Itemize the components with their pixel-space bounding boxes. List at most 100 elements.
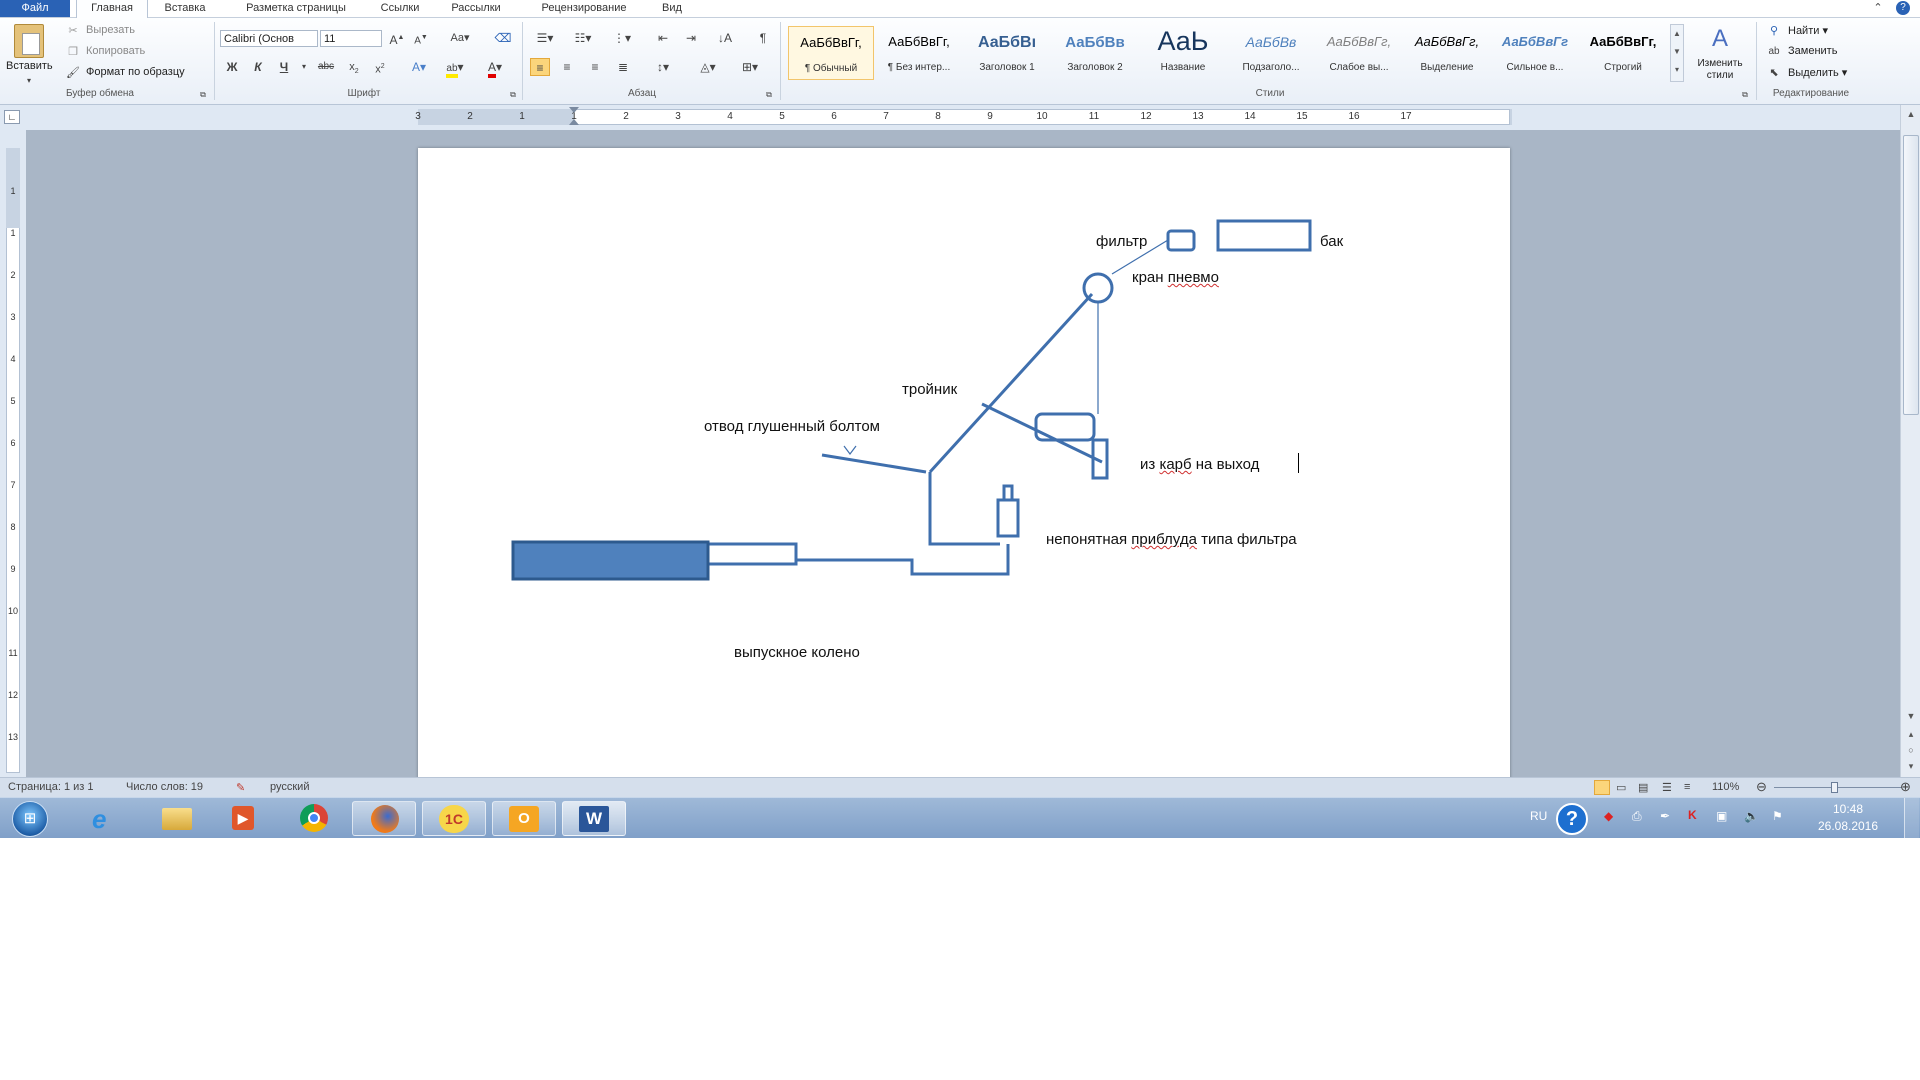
bold-icon[interactable]: Ж xyxy=(224,58,240,76)
more-styles-icon[interactable]: ▾ xyxy=(1671,61,1683,79)
printer-tray-icon[interactable]: ⎙ xyxy=(1632,809,1642,824)
paste-icon[interactable] xyxy=(14,24,44,58)
horizontal-ruler[interactable]: ∟ 3 2 1 1 2 3 4 5 6 7 8 9 10 11 12 13 14 15 16 17 xyxy=(0,105,1920,130)
document-page[interactable]: фильтр бак кран пневмо тройник отвод глу… xyxy=(418,148,1510,777)
grow-font-icon[interactable]: A▲ xyxy=(388,29,406,47)
clock-date[interactable]: 26.08.2016 xyxy=(1814,819,1882,833)
previous-page-icon[interactable]: ▴ xyxy=(1903,727,1919,741)
carb-shape[interactable] xyxy=(1034,412,1096,442)
language-indicator[interactable]: RU xyxy=(1530,809,1547,823)
exhaust-manifold-shape[interactable] xyxy=(511,540,710,581)
taskbar-media[interactable]: ▶ xyxy=(212,801,276,836)
kaspersky-tray-icon[interactable]: K xyxy=(1688,808,1697,822)
scroll-down-icon[interactable]: ▼ xyxy=(1671,43,1683,61)
device-shape[interactable] xyxy=(996,498,1020,538)
paragraph-launcher-icon[interactable]: ⧉ xyxy=(764,86,774,104)
show-desktop-button[interactable] xyxy=(1904,798,1919,838)
sort-icon[interactable]: ↓A xyxy=(716,29,734,47)
taskbar-1c[interactable]: 1С xyxy=(422,801,486,836)
vertical-scrollbar[interactable]: ▲ ▼ ▴ ○ ▾ xyxy=(1900,105,1920,777)
tank-shape[interactable] xyxy=(1216,219,1312,252)
tab-insert[interactable]: Вставка xyxy=(152,0,218,17)
style-title[interactable]: АаЬ Название xyxy=(1140,26,1226,80)
start-button[interactable]: ⊞ xyxy=(12,801,48,837)
decrease-indent-icon[interactable]: ⇤ xyxy=(654,29,672,47)
style-heading-2[interactable]: АаБбВв Заголовок 2 xyxy=(1052,26,1138,80)
scroll-thumb[interactable] xyxy=(1903,135,1919,415)
clipboard-launcher-icon[interactable]: ⧉ xyxy=(198,86,208,104)
multilevel-list-icon[interactable]: ⋮▾ xyxy=(608,29,636,47)
style-subtitle[interactable]: АаБбВв Подзаголо... xyxy=(1228,26,1314,80)
taskbar-firefox[interactable] xyxy=(352,801,416,836)
style-strong[interactable]: АаБбВвГг, Строгий xyxy=(1580,26,1666,80)
zoom-out-icon[interactable]: ⊖ xyxy=(1756,779,1767,795)
style-subtle-emphasis[interactable]: АаБбВвГг, Слабое вы... xyxy=(1316,26,1402,80)
copy-button[interactable]: Копировать xyxy=(86,45,145,57)
style-emphasis[interactable]: АаБбВвГг, Выделение xyxy=(1404,26,1490,80)
pen-tray-icon[interactable]: ✒ xyxy=(1660,809,1670,823)
tab-page-layout[interactable]: Разметка страницы xyxy=(226,0,366,17)
vertical-ruler[interactable]: 1 1 2 3 4 5 6 7 8 9 10 11 12 13 xyxy=(0,130,26,777)
taskbar-explorer[interactable] xyxy=(144,801,208,836)
shading-icon[interactable]: ◬▾ xyxy=(694,58,722,76)
action-center-tray-icon[interactable]: ⚑ xyxy=(1772,809,1783,823)
tab-file[interactable]: Файл xyxy=(0,0,70,17)
web-layout-view-icon[interactable]: ▤ xyxy=(1638,781,1648,794)
taskbar-chrome[interactable] xyxy=(282,801,346,836)
text-effects-icon[interactable]: A▾ xyxy=(408,58,430,76)
zoom-slider-track[interactable] xyxy=(1774,787,1902,788)
style-intense-emphasis[interactable]: АаБбВвГг Сильное в... xyxy=(1492,26,1578,80)
zoom-level[interactable]: 110% xyxy=(1712,781,1739,793)
tab-view[interactable]: Вид xyxy=(652,0,692,17)
cut-button[interactable]: Вырезать xyxy=(86,24,135,36)
status-page[interactable]: Страница: 1 из 1 xyxy=(8,781,94,793)
style-heading-1[interactable]: АаБбВı Заголовок 1 xyxy=(964,26,1050,80)
scroll-down-arrow-icon[interactable]: ▼ xyxy=(1903,709,1919,723)
find-button[interactable]: Найти ▾ xyxy=(1788,24,1828,37)
help-icon[interactable]: ? xyxy=(1896,1,1910,15)
taskbar-ie[interactable]: e xyxy=(74,801,138,836)
paste-button[interactable]: Вставить xyxy=(6,60,53,72)
format-painter-button[interactable]: Формат по образцу xyxy=(86,66,185,78)
minimize-ribbon-icon[interactable]: ⌃ xyxy=(1870,0,1886,17)
scroll-up-arrow-icon[interactable]: ▲ xyxy=(1903,107,1919,121)
status-language[interactable]: русский xyxy=(270,781,309,793)
tab-home[interactable]: Главная xyxy=(76,0,148,18)
font-family-combo[interactable]: Calibri (Основ xyxy=(220,30,318,47)
highlight-icon[interactable]: ab▾ xyxy=(444,58,466,78)
styles-scroll[interactable]: ▲ ▼ ▾ xyxy=(1670,24,1684,82)
change-case-icon[interactable]: Aa▾ xyxy=(448,29,472,47)
red-diamond-tray-icon[interactable]: ◆ xyxy=(1604,809,1613,823)
network-tray-icon[interactable]: ▣ xyxy=(1716,809,1727,823)
show-formatting-icon[interactable]: ¶ xyxy=(754,29,772,47)
zoom-slider-thumb[interactable] xyxy=(1831,782,1838,793)
scroll-up-icon[interactable]: ▲ xyxy=(1671,25,1683,43)
outline-view-icon[interactable]: ☰ xyxy=(1662,781,1672,794)
increase-indent-icon[interactable]: ⇥ xyxy=(682,29,700,47)
browse-object-icon[interactable]: ○ xyxy=(1903,743,1919,757)
taskbar-word[interactable]: W xyxy=(562,801,626,836)
font-color-icon[interactable]: A▾ xyxy=(484,58,506,78)
clear-formatting-icon[interactable]: ⌫ xyxy=(494,29,512,47)
tab-selector-icon[interactable]: ∟ xyxy=(4,110,20,124)
volume-tray-icon[interactable]: 🔈 xyxy=(1744,809,1759,823)
next-page-icon[interactable]: ▾ xyxy=(1903,759,1919,773)
underline-icon[interactable]: Ч xyxy=(276,58,292,76)
bullets-icon[interactable]: ☰▾ xyxy=(532,29,558,47)
superscript-icon[interactable]: x2 xyxy=(372,58,388,76)
change-styles-button[interactable]: Изменить стили xyxy=(1690,58,1750,82)
subscript-icon[interactable]: x2 xyxy=(346,58,362,76)
numbering-icon[interactable]: ☷▾ xyxy=(570,29,596,47)
taskbar-outlook[interactable]: O xyxy=(492,801,556,836)
style-no-spacing[interactable]: АаБбВвГг, ¶ Без интер... xyxy=(876,26,962,80)
replace-button[interactable]: Заменить xyxy=(1788,45,1837,57)
line-spacing-icon[interactable]: ↕▾ xyxy=(650,58,676,76)
font-size-combo[interactable]: 11 xyxy=(320,30,382,47)
tab-review[interactable]: Рецензирование xyxy=(524,0,644,17)
font-launcher-icon[interactable]: ⧉ xyxy=(508,86,518,104)
align-right-icon[interactable]: ≡ xyxy=(586,58,604,76)
strikethrough-icon[interactable]: abc xyxy=(316,58,336,76)
change-styles-icon[interactable]: A xyxy=(1704,24,1736,54)
help-tray-icon[interactable]: ? xyxy=(1556,803,1588,835)
tab-mailings[interactable]: Рассылки xyxy=(436,0,516,17)
